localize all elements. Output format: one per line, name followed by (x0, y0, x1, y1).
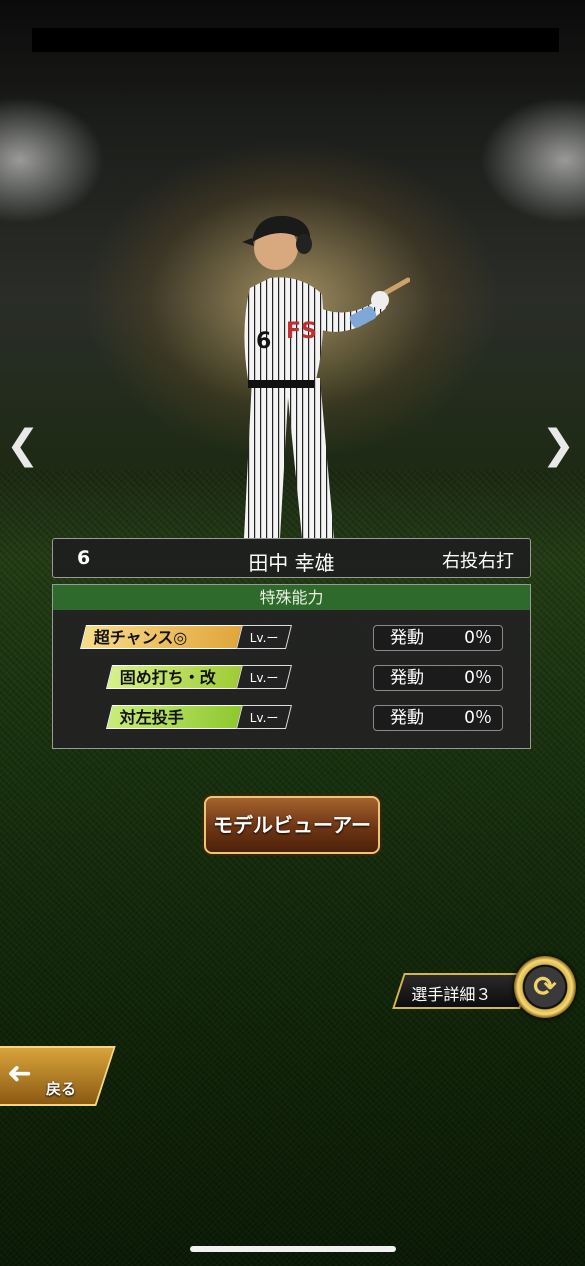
player-illustration: FS 6 (242, 215, 410, 538)
special-abilities-panel: 特殊能力 超チャンス◎ Lv.ー 発動 0％ 固め打ち・改 Lv.ー 発動 0％… (52, 584, 531, 749)
panel-title: 特殊能力 (53, 585, 530, 610)
jersey-number: 6 (256, 329, 271, 354)
ability-label: 固め打ち・改 (106, 665, 246, 689)
status-bar (32, 28, 559, 52)
chevron-left-icon[interactable]: ❮ (6, 425, 40, 465)
swap-arrows-icon[interactable]: ⟳ (514, 956, 576, 1018)
model-viewer-button[interactable]: モデルビューアー (204, 796, 380, 854)
activation-rate: 発動 0％ (373, 625, 503, 651)
player-name-bar: 6 田中 幸雄 右投右打 (52, 538, 531, 578)
player-detail-label: 選手詳細３ (411, 985, 492, 1004)
ability-row[interactable]: 固め打ち・改 Lv.ー 発動 0％ (83, 665, 523, 691)
player-detail-button[interactable]: 選手詳細３ (392, 973, 532, 1009)
ability-row[interactable]: 対左投手 Lv.ー 発動 0％ (83, 705, 523, 731)
ability-level: Lv.ー (236, 665, 292, 689)
chevron-right-icon[interactable]: ❯ (541, 425, 575, 465)
ability-level: Lv.ー (236, 705, 292, 729)
home-indicator[interactable] (190, 1246, 396, 1252)
back-label: 戻る (45, 1080, 76, 1098)
ability-label: 対左投手 (106, 705, 246, 729)
back-button[interactable]: ➜ 戻る (0, 1046, 116, 1106)
activation-rate: 発動 0％ (373, 665, 503, 691)
activation-rate: 発動 0％ (373, 705, 503, 731)
throw-bat-type: 右投右打 (442, 551, 514, 572)
ability-row[interactable]: 超チャンス◎ Lv.ー 発動 0％ (80, 625, 523, 651)
back-arrow-icon: ➜ (6, 1056, 32, 1091)
ability-label: 超チャンス◎ (80, 625, 246, 649)
ability-level: Lv.ー (236, 625, 292, 649)
svg-text:FS: FS (286, 319, 317, 344)
